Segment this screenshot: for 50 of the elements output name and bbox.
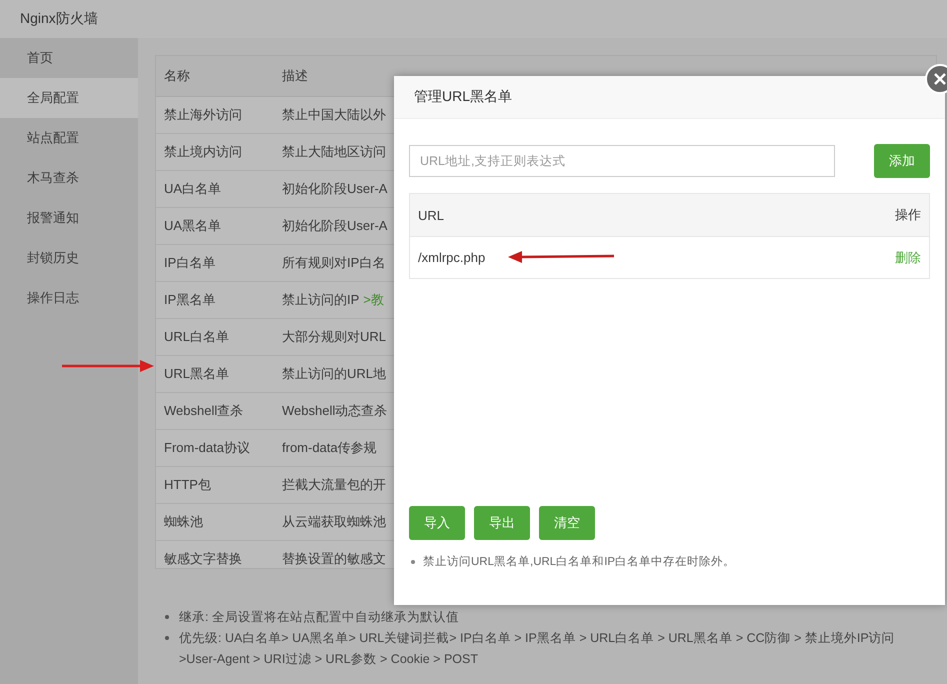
table-cell: 从云端获取蜘蛛池 [282, 513, 386, 531]
delete-link[interactable]: 删除 [895, 248, 921, 266]
note-text: 继承: 全局设置将在站点配置中自动继承为默认值 [179, 610, 459, 624]
table-cell: /xmlrpc.php [418, 250, 486, 265]
table-cell: 禁止大陆地区访问 [282, 143, 386, 161]
column-header: 操作 [895, 206, 921, 224]
action-button[interactable]: 导出 [474, 506, 530, 540]
sidebar-item[interactable]: 站点配置 [0, 118, 138, 158]
table-cell: 禁止访问的IP [282, 291, 360, 309]
close-icon [934, 73, 946, 85]
column-header: 名称 [163, 67, 191, 85]
table-cell: 初始化阶段User-A [282, 180, 388, 198]
table-cell-text: IP白名单 [163, 254, 216, 272]
table-cell: 大部分规则对URL [282, 328, 386, 346]
sidebar-item[interactable]: 全局配置 [0, 78, 138, 118]
table-cell-text: UA白名单 [163, 180, 222, 198]
action-button[interactable]: 导入 [409, 506, 465, 540]
add-button[interactable]: 添加 [874, 144, 930, 178]
table-cell-text: URL黑名单 [163, 365, 230, 383]
table-cell-text: Webshell查杀 [163, 402, 244, 420]
table-cell-text: From-data协议 [163, 439, 251, 457]
table-cell: 禁止中国大陆以外 [282, 106, 386, 124]
table-cell: Webshell动态查杀 [282, 402, 388, 420]
action-button[interactable]: 清空 [539, 506, 595, 540]
table-cell: from-data传参规 [282, 439, 377, 457]
table-cell: 初始化阶段User-A [282, 217, 388, 235]
sidebar-item[interactable]: 首页 [0, 38, 138, 78]
sidebar-item[interactable]: 封锁历史 [0, 238, 138, 278]
column-header: 描述 [282, 67, 308, 85]
table-cell: 禁止访问的URL地 [282, 365, 386, 383]
table-cell: 拦截大流量包的开 [282, 476, 386, 494]
window-title: Nginx防火墙 [0, 0, 947, 38]
table-cell-text: 敏感文字替换 [163, 550, 243, 568]
table-cell-text: 禁止海外访问 [163, 106, 243, 124]
sidebar-item[interactable]: 操作日志 [0, 278, 138, 318]
table-cell-text: UA黑名单 [163, 217, 222, 235]
table-cell-text: IP黑名单 [163, 291, 216, 309]
table-cell-text: HTTP包 [163, 476, 212, 494]
url-input-field[interactable]: URL地址,支持正则表达式 [409, 145, 835, 177]
table-cell-text: URL白名单 [163, 328, 230, 346]
sidebar-item[interactable]: 木马查杀 [0, 158, 138, 198]
sidebar-item[interactable]: 报警通知 [0, 198, 138, 238]
dialog-title: 管理URL黑名单 [414, 88, 512, 106]
table-cell-text: 蜘蛛池 [163, 513, 204, 531]
note-text: 优先级: UA白名单> UA黑名单> URL关键词拦截> IP白名单 > IP黑名单 > URL白名单 > URL黑名单 > CC防御 > 禁止境外IP访问 >User-Agent > URI过滤 > URL参数 > Cookie > POST [179, 631, 895, 666]
column-header: URL [418, 208, 444, 222]
table-cell: 所有规则对IP白名 [282, 254, 386, 272]
table-cell-text: 禁止境内访问 [163, 143, 243, 161]
table-cell: 替换设置的敏感文 [282, 550, 386, 568]
note-text: 禁止访问URL黑名单,URL白名单和IP白名单中存在时除外。 [423, 556, 736, 568]
